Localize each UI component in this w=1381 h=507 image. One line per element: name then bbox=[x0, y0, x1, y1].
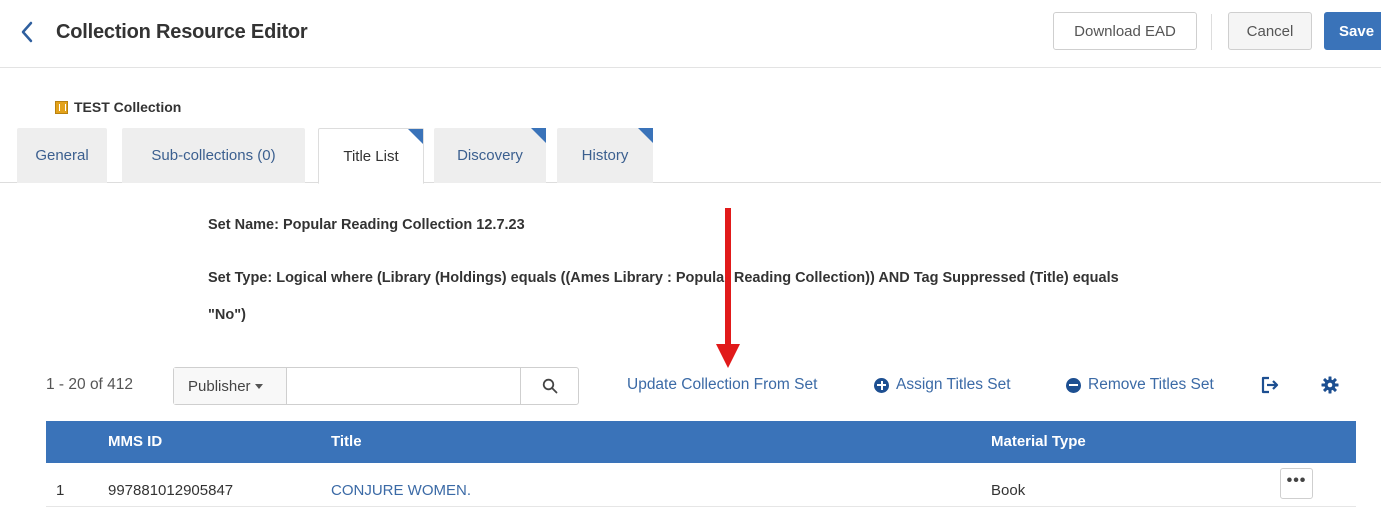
tab-discovery[interactable]: Discovery bbox=[434, 128, 546, 183]
update-collection-from-set-link[interactable]: Update Collection From Set bbox=[627, 376, 817, 394]
row-index: 1 bbox=[56, 482, 65, 499]
minus-circle-icon bbox=[1066, 377, 1081, 393]
chevron-left-icon bbox=[21, 21, 33, 43]
ellipsis-icon: ••• bbox=[1286, 471, 1307, 489]
tab-label: Title List bbox=[343, 147, 399, 165]
annotation-arrow-head-icon bbox=[716, 344, 740, 368]
tab-indicator-icon bbox=[531, 128, 546, 143]
download-ead-button[interactable]: Download EAD bbox=[1053, 12, 1197, 50]
export-button[interactable] bbox=[1259, 374, 1281, 396]
tab-label: General bbox=[35, 147, 89, 164]
tab-general[interactable]: General bbox=[17, 128, 107, 183]
tab-history[interactable]: History bbox=[557, 128, 653, 183]
caret-down-icon bbox=[254, 383, 263, 389]
result-count: 1 - 20 of 412 bbox=[46, 376, 134, 393]
page-header: Collection Resource Editor Download EAD … bbox=[0, 0, 1381, 68]
export-icon bbox=[1261, 376, 1279, 394]
tab-sub-collections[interactable]: Sub-collections (0) bbox=[122, 128, 305, 183]
remove-titles-set-link[interactable]: Remove Titles Set bbox=[1066, 376, 1214, 394]
search-input[interactable] bbox=[287, 368, 520, 404]
column-header-title[interactable]: Title bbox=[331, 433, 362, 450]
plus-circle-icon bbox=[874, 377, 889, 393]
assign-titles-label: Assign Titles Set bbox=[896, 376, 1011, 393]
header-divider bbox=[1211, 14, 1212, 50]
row-mms-id: 997881012905847 bbox=[108, 482, 234, 499]
assign-titles-set-link[interactable]: Assign Titles Set bbox=[874, 376, 1011, 394]
set-type: Set Type: Logical where (Library (Holdin… bbox=[208, 270, 1119, 286]
column-header-mms-id[interactable]: MMS ID bbox=[108, 433, 162, 450]
tab-label: Discovery bbox=[457, 147, 523, 164]
search-field-dropdown[interactable]: Publisher bbox=[174, 368, 287, 404]
tab-indicator-icon bbox=[638, 128, 653, 143]
set-name: Set Name: Popular Reading Collection 12.… bbox=[208, 217, 525, 233]
table-header: MMS ID Title Material Type bbox=[46, 421, 1356, 463]
search-button[interactable] bbox=[520, 368, 578, 404]
back-button[interactable] bbox=[14, 17, 40, 47]
column-header-material-type[interactable]: Material Type bbox=[991, 433, 1086, 450]
tab-label: History bbox=[581, 147, 629, 164]
collection-heading: TEST Collection bbox=[55, 99, 181, 115]
update-collection-label: Update Collection From Set bbox=[627, 376, 818, 393]
page-title: Collection Resource Editor bbox=[56, 21, 308, 43]
row-material-type: Book bbox=[991, 482, 1026, 499]
table-row: 1 997881012905847 CONJURE WOMEN. Book ••… bbox=[46, 463, 1356, 507]
collection-name: TEST Collection bbox=[74, 99, 182, 115]
tab-bar: General Sub-collections (0) Title List D… bbox=[0, 128, 1381, 184]
settings-button[interactable] bbox=[1319, 374, 1341, 396]
save-button[interactable]: Save bbox=[1324, 12, 1381, 50]
tab-label: Sub-collections (0) bbox=[151, 147, 276, 164]
row-actions-button[interactable]: ••• bbox=[1280, 468, 1313, 499]
search-bar: Publisher bbox=[173, 367, 579, 405]
collection-icon bbox=[55, 100, 68, 114]
gear-icon bbox=[1321, 376, 1339, 394]
cancel-button[interactable]: Cancel bbox=[1228, 12, 1312, 50]
set-type-continued: "No") bbox=[208, 307, 246, 323]
tab-title-list[interactable]: Title List bbox=[318, 128, 424, 184]
search-icon bbox=[542, 378, 557, 394]
annotation-arrow-shaft bbox=[725, 208, 731, 346]
remove-titles-label: Remove Titles Set bbox=[1088, 376, 1214, 393]
row-title-link[interactable]: CONJURE WOMEN. bbox=[331, 482, 471, 499]
tab-indicator-icon bbox=[408, 129, 423, 144]
search-field-label: Publisher bbox=[188, 377, 251, 395]
